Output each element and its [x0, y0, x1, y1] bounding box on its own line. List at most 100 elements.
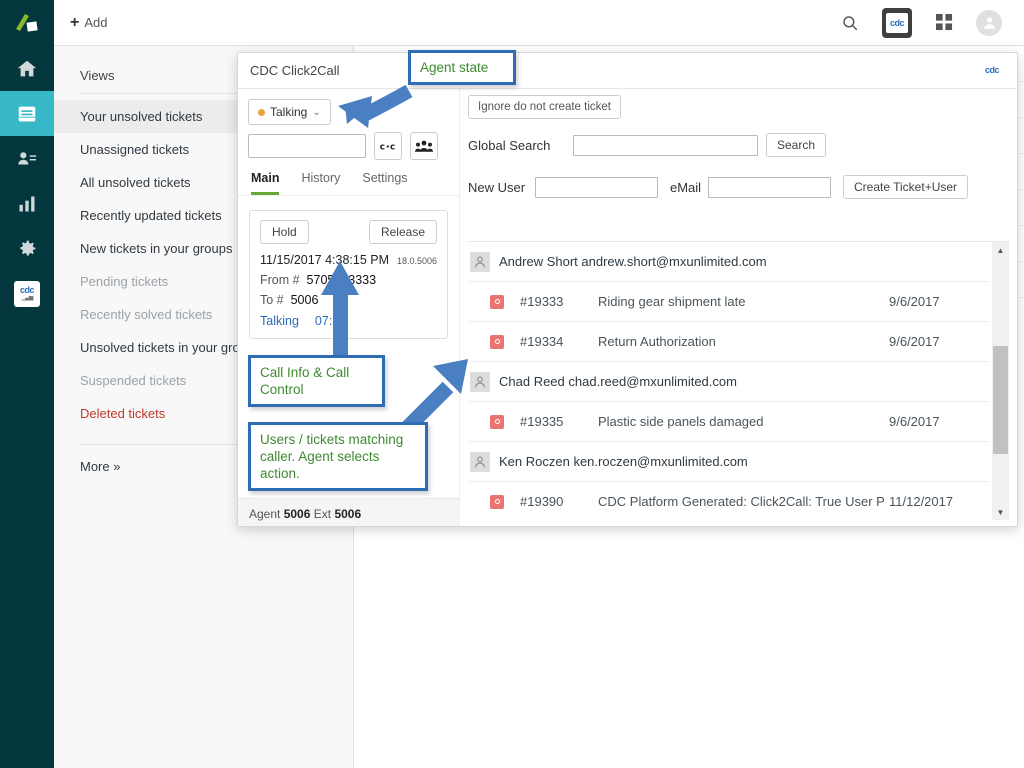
global-search-label: Global Search: [468, 138, 573, 153]
user-avatar-icon: [981, 14, 998, 31]
panel-cdc-logo: cdc: [979, 59, 1005, 81]
result-ticket-subject: Riding gear shipment late: [598, 294, 889, 309]
global-search-input[interactable]: [573, 135, 758, 156]
agent-state-row: Talking ⌄: [238, 89, 459, 125]
ext-prefix: Ext: [314, 507, 331, 521]
result-user-email: ken.roczen@mxunlimited.com: [573, 454, 747, 469]
sidebar-item-label: Deleted tickets: [80, 406, 165, 421]
result-ticket-subject: CDC Platform Generated: Click2Call: True…: [598, 494, 889, 509]
tab-settings[interactable]: Settings: [362, 171, 407, 195]
panel-header: CDC Click2Call cdc: [238, 53, 1017, 89]
dial-input[interactable]: [248, 134, 366, 158]
primary-nav-rail: cdc ▁▃▅: [0, 0, 54, 768]
apps-grid-icon: [936, 14, 953, 31]
result-ticket-date: 9/6/2017: [889, 334, 989, 349]
tab-history[interactable]: History: [301, 171, 340, 195]
product-logo: [0, 0, 54, 46]
result-user-email: chad.reed@mxunlimited.com: [568, 374, 737, 389]
result-ticket-row[interactable]: #19390CDC Platform Generated: Click2Call…: [468, 482, 989, 520]
result-ticket-subject: Return Authorization: [598, 334, 889, 349]
agent-state-select[interactable]: Talking ⌄: [248, 99, 331, 125]
scrollbar-thumb[interactable]: [993, 346, 1008, 454]
result-ticket-row[interactable]: #19334Return Authorization9/6/2017: [468, 322, 989, 362]
new-user-row: New User eMail Create Ticket+User: [460, 175, 1017, 199]
result-user-name: Chad Reed: [499, 374, 565, 389]
call-to-row: To # 5006: [260, 293, 437, 307]
panel-right-column: Ignore do not create ticket Global Searc…: [460, 89, 1017, 527]
svg-text:c: c: [379, 142, 384, 152]
sidebar-item-label: New tickets in your groups: [80, 241, 232, 256]
new-user-input[interactable]: [535, 177, 658, 198]
create-ticket-user-button[interactable]: Create Ticket+User: [843, 175, 968, 199]
call-timestamp-row: 11/15/2017 4:38:15 PM 18.0.5006: [260, 253, 437, 267]
search-results-list: Andrew Short andrew.short@mxunlimited.co…: [468, 242, 989, 520]
callout-call-info: Call Info & Call Control: [248, 355, 385, 407]
user-avatar-icon: [470, 252, 490, 272]
result-ticket-date: 11/12/2017: [889, 494, 989, 509]
search-submit-button[interactable]: Search: [766, 133, 826, 157]
call-from-label: From #: [260, 273, 300, 287]
conference-people-icon: [415, 139, 433, 154]
add-button[interactable]: + Add: [70, 14, 107, 32]
search-button[interactable]: [836, 9, 864, 37]
agent-number: 5006: [284, 507, 311, 521]
conference-button[interactable]: [410, 132, 438, 160]
result-ticket-row[interactable]: #19335Plastic side panels damaged9/6/201…: [468, 402, 989, 442]
cdc-app-icon-label: cdc: [20, 286, 34, 295]
ext-number: 5006: [334, 507, 361, 521]
agent-state-dot: [258, 109, 265, 116]
call-timestamp: 11/15/2017 4:38:15 PM: [260, 253, 389, 267]
call-transfer-button[interactable]: c c: [374, 132, 402, 160]
rail-item-admin[interactable]: [0, 226, 54, 271]
scroll-up-arrow-icon[interactable]: ▲: [992, 242, 1009, 258]
cdc-click2call-toggle[interactable]: cdc: [882, 8, 912, 38]
ignore-button[interactable]: Ignore do not create ticket: [468, 95, 621, 119]
hold-button[interactable]: Hold: [260, 220, 309, 244]
result-ticket-id: #19334: [520, 334, 598, 349]
result-user-email: andrew.short@mxunlimited.com: [581, 254, 766, 269]
ticket-status-icon: [490, 495, 504, 509]
rail-item-tickets[interactable]: [0, 91, 54, 136]
rail-item-reporting[interactable]: [0, 181, 54, 226]
svg-text:c: c: [389, 142, 394, 152]
email-label: eMail: [670, 180, 708, 195]
call-buttons-row: Hold Release: [260, 220, 437, 244]
call-status-row: Talking 07:53: [260, 314, 437, 328]
tab-main[interactable]: Main: [251, 171, 279, 195]
tickets-icon: [16, 103, 38, 125]
cdc-app-icon-bars: ▁▃▅: [22, 295, 33, 301]
result-user-row[interactable]: Ken Roczen ken.roczen@mxunlimited.com: [468, 442, 989, 482]
results-scrollbar[interactable]: ▲ ▼: [992, 242, 1009, 520]
search-icon: [841, 14, 859, 32]
new-user-label: New User: [468, 180, 535, 195]
result-ticket-subject: Plastic side panels damaged: [598, 414, 889, 429]
call-status: Talking: [260, 314, 299, 328]
call-to-label: To #: [260, 293, 284, 307]
agent-footer: Agent 5006 Ext 5006: [238, 498, 460, 527]
gear-icon: [17, 238, 38, 259]
panel-title: CDC Click2Call: [250, 63, 340, 78]
ticket-status-icon: [490, 415, 504, 429]
sidebar-item-label: Suspended tickets: [80, 373, 186, 388]
rail-item-home[interactable]: [0, 46, 54, 91]
scroll-down-arrow-icon[interactable]: ▼: [992, 504, 1009, 520]
sidebar-item-label: Unsolved tickets in your groups: [80, 340, 261, 355]
add-button-label: Add: [84, 15, 107, 30]
result-user-row[interactable]: Chad Reed chad.reed@mxunlimited.com: [468, 362, 989, 402]
user-avatar[interactable]: [976, 10, 1002, 36]
cdc-app-icon: cdc ▁▃▅: [14, 281, 40, 307]
rail-item-customers[interactable]: [0, 136, 54, 181]
result-user-row[interactable]: Andrew Short andrew.short@mxunlimited.co…: [468, 242, 989, 282]
rail-item-cdc[interactable]: cdc ▁▃▅: [0, 271, 54, 316]
agent-state-value: Talking: [270, 105, 307, 119]
result-ticket-id: #19333: [520, 294, 598, 309]
ticket-status-icon: [490, 335, 504, 349]
panel-tabs: Main History Settings: [238, 160, 459, 196]
ticket-status-icon: [490, 295, 504, 309]
release-button[interactable]: Release: [369, 220, 437, 244]
apps-button[interactable]: [930, 9, 958, 37]
email-input[interactable]: [708, 177, 831, 198]
sidebar-item-label: Your unsolved tickets: [80, 109, 202, 124]
result-ticket-row[interactable]: #19333Riding gear shipment late9/6/2017: [468, 282, 989, 322]
home-icon: [16, 58, 38, 80]
